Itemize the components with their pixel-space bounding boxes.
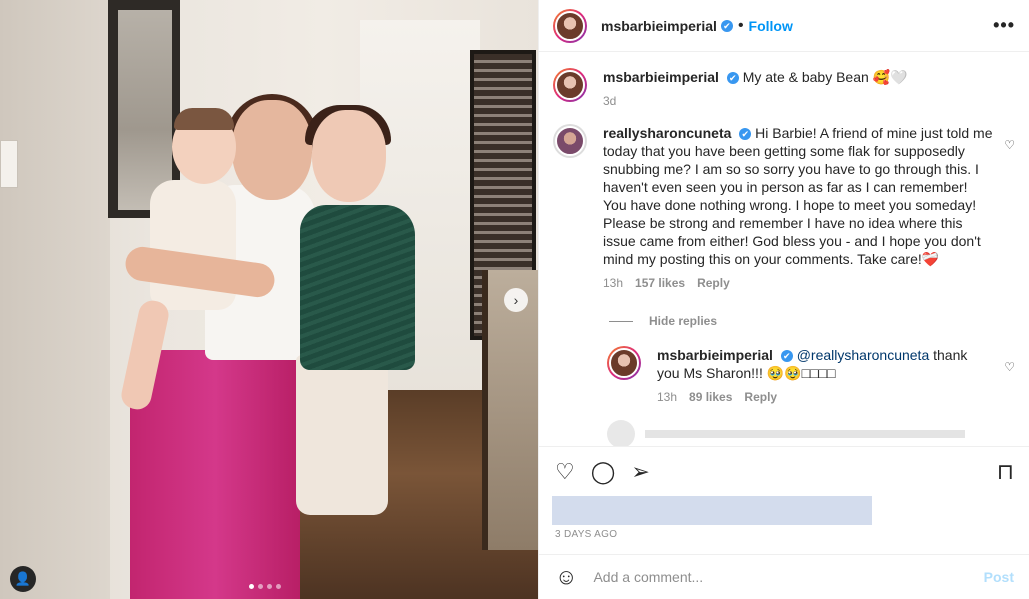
reply-heart-icon[interactable]: ♡ <box>1004 360 1015 374</box>
caption-row: msbarbieimperial ✔ My ate & baby Bean 🥰🤍… <box>553 68 1015 110</box>
header-separator: • <box>737 16 744 34</box>
photo-frame-art <box>118 10 172 210</box>
verified-icon: ✔ <box>739 128 752 141</box>
share-icon[interactable]: ➢ <box>631 460 649 483</box>
photo-chair <box>482 270 538 550</box>
comment-likes[interactable]: 157 likes <box>635 274 685 292</box>
carousel-next-button[interactable]: › <box>504 288 528 312</box>
commenter-username[interactable]: reallysharoncuneta <box>603 125 731 141</box>
photo-wall <box>0 0 110 599</box>
caption-text: My ate & baby Bean 🥰🤍 <box>742 69 908 85</box>
action-bar: ♡ ◯ ➢ ⊓ <box>539 446 1029 496</box>
comment-row: reallysharoncuneta ✔ Hi Barbie! A friend… <box>553 124 1015 292</box>
photo-baby-hair <box>174 108 234 130</box>
comments-list[interactable]: msbarbieimperial ✔ My ate & baby Bean 🥰🤍… <box>539 52 1029 446</box>
hide-replies-button[interactable]: Hide replies <box>609 314 1015 328</box>
verified-icon: ✔ <box>720 19 733 32</box>
reply-mention-link[interactable]: @reallysharoncuneta <box>797 347 930 363</box>
like-icon[interactable]: ♡ <box>555 460 575 483</box>
post-date: 3 DAYS AGO <box>555 529 618 540</box>
hide-replies-label: Hide replies <box>649 314 718 328</box>
commenter-avatar[interactable] <box>553 124 587 158</box>
next-comment-avatar <box>607 420 635 446</box>
author-username[interactable]: msbarbieimperial <box>601 18 717 34</box>
carousel-dot <box>267 584 272 589</box>
reply-row: msbarbieimperial ✔ @reallysharoncuneta t… <box>607 346 1015 406</box>
verified-icon: ✔ <box>726 72 739 85</box>
user-tag-icon: 👤 <box>14 571 32 586</box>
chevron-right-icon: › <box>513 292 519 308</box>
next-comment-text <box>645 430 965 438</box>
comment-icon[interactable]: ◯ <box>591 460 616 483</box>
photo-pink-pants <box>130 350 300 599</box>
post-header: msbarbieimperial ✔ • Follow ••• <box>539 0 1029 52</box>
carousel-dot <box>276 584 281 589</box>
hide-replies-line <box>609 320 633 322</box>
caption-age: 3d <box>603 94 617 108</box>
post-photo[interactable]: 👤 › <box>0 0 538 599</box>
add-comment-bar: ☺ Post <box>539 554 1029 599</box>
reply-age: 13h <box>657 390 678 404</box>
post-comment-button[interactable]: Post <box>984 569 1014 585</box>
next-comment-partial <box>607 420 1015 446</box>
follow-button[interactable]: Follow <box>749 18 793 34</box>
caption-username[interactable]: msbarbieimperial <box>603 69 719 85</box>
photo-light-switch <box>0 140 18 188</box>
comment-text: Hi Barbie! A friend of mine just told me… <box>603 125 993 267</box>
photo-face-left <box>232 100 312 200</box>
comment-reply-button[interactable]: Reply <box>697 274 730 292</box>
caption-avatar[interactable] <box>553 68 587 102</box>
comment-input[interactable] <box>593 569 984 585</box>
more-options-icon[interactable]: ••• <box>993 15 1015 36</box>
reply-avatar[interactable] <box>607 346 641 380</box>
photo-green-top <box>300 205 415 370</box>
reply-username[interactable]: msbarbieimperial <box>657 347 773 363</box>
verified-icon: ✔ <box>780 350 793 363</box>
carousel-dot <box>258 584 263 589</box>
comment-age: 13h <box>603 276 624 290</box>
reply-likes[interactable]: 89 likes <box>689 388 732 406</box>
comment-heart-icon[interactable]: ♡ <box>1004 138 1015 152</box>
carousel-dot <box>249 584 254 589</box>
emoji-icon[interactable]: ☺ <box>555 564 577 590</box>
user-tag-button[interactable]: 👤 <box>10 566 36 592</box>
photo-face-right <box>312 110 386 202</box>
photo-shorts <box>296 355 388 515</box>
post-panel: msbarbieimperial ✔ • Follow ••• msbarbie… <box>538 0 1029 599</box>
likes-redacted-bar <box>552 496 872 525</box>
reply-reply-button[interactable]: Reply <box>744 388 777 406</box>
author-avatar[interactable] <box>553 8 587 43</box>
bookmark-icon[interactable]: ⊓ <box>997 460 1014 483</box>
carousel-dots <box>249 584 281 589</box>
